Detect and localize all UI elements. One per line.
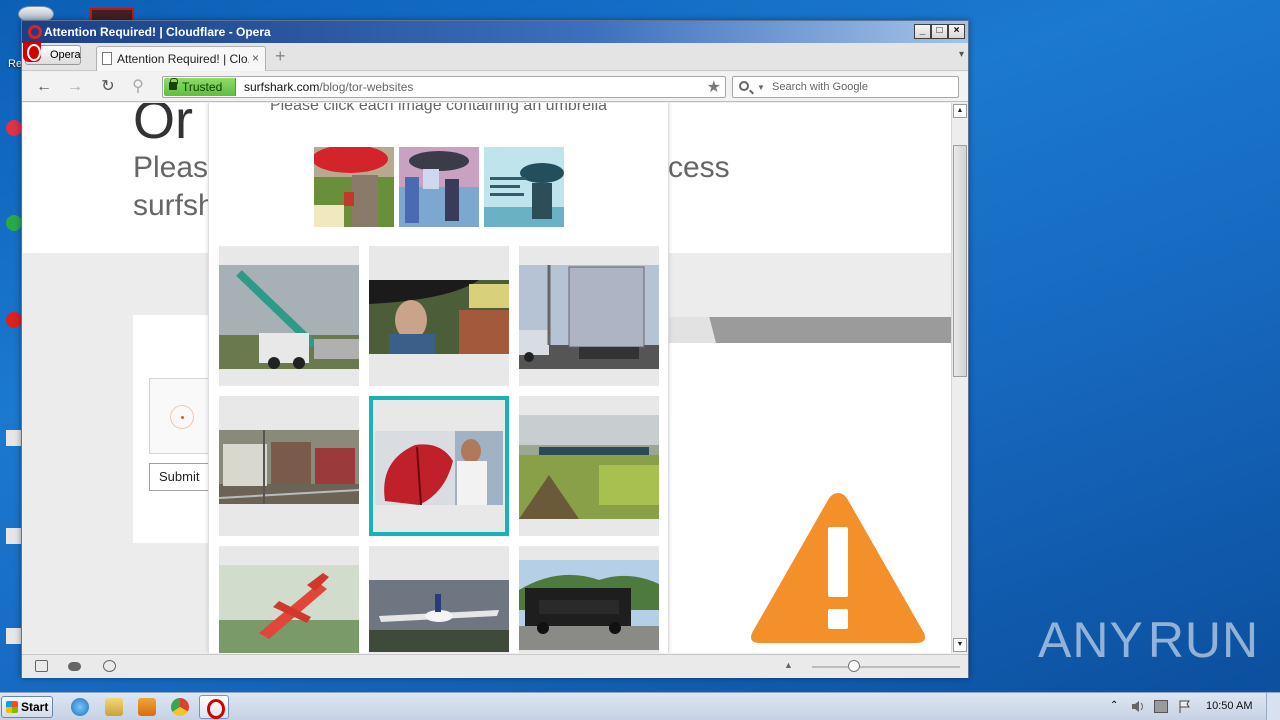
page-heading: Or xyxy=(133,103,193,150)
title-bar[interactable]: Attention Required! | Cloudflare - Opera… xyxy=(22,21,968,43)
trusted-badge[interactable]: Trusted xyxy=(164,78,236,96)
panel-toggle-icon[interactable] xyxy=(35,660,48,672)
trusted-label: Trusted xyxy=(182,80,223,94)
scroll-down-icon[interactable]: ▼ xyxy=(953,638,967,652)
tab-title: Attention Required! | Clo... xyxy=(117,52,249,66)
volume-icon[interactable] xyxy=(1131,700,1145,713)
search-icon xyxy=(739,81,749,91)
opera-logo-icon xyxy=(28,25,42,39)
captcha-instruction: Please click each image containing an um… xyxy=(269,103,608,114)
opera-taskbar-button[interactable] xyxy=(199,695,229,719)
speed-dial-icon[interactable] xyxy=(103,660,116,672)
key-icon[interactable]: ⚲ xyxy=(128,77,148,97)
desktop-app-icon[interactable] xyxy=(6,312,22,328)
internet-explorer-icon[interactable] xyxy=(71,698,89,716)
captcha-tile-jet-landing[interactable] xyxy=(369,546,509,653)
anyrun-watermark: ANY RUN xyxy=(1038,605,1258,675)
window-title: Attention Required! | Cloudflare - Opera xyxy=(44,25,271,39)
desktop-icon-label: Re xyxy=(8,58,23,70)
info-card-tab xyxy=(668,317,951,343)
bookmark-star-icon[interactable]: ★ xyxy=(707,77,721,97)
start-button[interactable]: Start xyxy=(1,696,53,718)
action-center-flag-icon[interactable] xyxy=(1178,700,1192,713)
captcha-tile-red-umbrella[interactable] xyxy=(369,396,509,536)
taskbar: Start ⌃ 10:50 AM xyxy=(0,692,1280,720)
desktop-file-icon[interactable] xyxy=(6,528,22,544)
reload-icon[interactable]: ↻ xyxy=(98,77,118,97)
desktop-app-icon[interactable] xyxy=(6,120,22,136)
sample-image xyxy=(484,147,564,227)
folder-icon[interactable] xyxy=(105,698,123,716)
tab-close-icon[interactable]: × xyxy=(252,51,259,65)
vertical-scrollbar[interactable]: ▲ ▼ xyxy=(951,103,968,653)
desktop-file-icon[interactable] xyxy=(6,628,22,644)
captcha-tile-box-truck[interactable] xyxy=(519,246,659,386)
watermark-text-left: ANY xyxy=(1038,612,1144,668)
windows-logo-icon xyxy=(6,701,18,713)
captcha-tile-man-under-umbrella[interactable] xyxy=(369,246,509,386)
desktop-app-icon[interactable] xyxy=(6,215,22,231)
zoom-slider[interactable] xyxy=(812,666,960,668)
url-host: surfshark.com xyxy=(244,80,320,94)
desktop-file-icon[interactable] xyxy=(6,430,22,446)
url-path: /blog/tor-websites xyxy=(319,80,414,94)
captcha-tile-grass-field-train[interactable] xyxy=(519,396,659,536)
navigation-bar: ← → ↻ ⚲ Trusted surfshark.com/blog/tor-w… xyxy=(22,72,968,102)
page-viewport: Or Pleas ccess surfsh Submit Please clic… xyxy=(23,103,951,653)
scroll-up-icon[interactable]: ▲ xyxy=(953,104,967,118)
media-player-icon[interactable] xyxy=(138,698,156,716)
system-tray: ⌃ xyxy=(1104,693,1280,720)
address-bar[interactable]: Trusted surfshark.com/blog/tor-websites … xyxy=(162,76,726,98)
scrollbar-thumb[interactable] xyxy=(953,145,967,377)
cloud-icon[interactable] xyxy=(68,662,81,671)
search-input[interactable]: ▼ Search with Google xyxy=(732,76,959,98)
url-text[interactable]: surfshark.com/blog/tor-websites xyxy=(244,80,413,94)
captcha-challenge: Please click each image containing an um… xyxy=(208,103,669,653)
captcha-tile-freight-trucks[interactable] xyxy=(219,396,359,536)
chrome-icon[interactable] xyxy=(171,698,189,716)
browser-window: Attention Required! | Cloudflare - Opera… xyxy=(21,20,969,678)
loading-spinner-icon xyxy=(170,405,194,429)
page-subheading: Pleas xyxy=(133,151,209,184)
tab-menu-chevron-icon[interactable]: ▾ xyxy=(959,49,964,60)
back-arrow-icon[interactable]: ← xyxy=(34,77,54,97)
desktop-icons: Re xyxy=(0,0,54,692)
status-bar: ▲ xyxy=(22,654,968,678)
forward-arrow-icon[interactable]: → xyxy=(65,77,85,97)
warning-icon xyxy=(751,493,925,643)
start-label: Start xyxy=(21,700,49,714)
minimize-button[interactable]: _ xyxy=(914,24,931,39)
chevron-down-icon[interactable]: ▼ xyxy=(757,83,765,92)
sample-image xyxy=(314,147,394,227)
captcha-tile-crane-truck[interactable] xyxy=(219,246,359,386)
page-domain-text: surfsh xyxy=(133,189,215,222)
maximize-button[interactable]: □ xyxy=(931,24,948,39)
opera-menu-label: Opera xyxy=(50,49,81,61)
search-placeholder: Search with Google xyxy=(772,81,868,93)
page-icon xyxy=(102,52,112,65)
clock[interactable]: 10:50 AM xyxy=(1206,700,1252,712)
sample-image xyxy=(399,147,479,227)
captcha-tile-bus-with-sign[interactable] xyxy=(519,546,659,653)
zoom-slider-thumb[interactable] xyxy=(848,660,860,672)
opera-menu-button[interactable]: Opera xyxy=(23,42,81,65)
show-desktop-button[interactable] xyxy=(1266,693,1280,720)
lock-icon xyxy=(169,78,178,90)
tab-strip: Opera Attention Required! | Clo... × + ▾ xyxy=(22,42,968,71)
captcha-tile-red-airplane[interactable] xyxy=(219,546,359,653)
zoom-up-icon[interactable]: ▲ xyxy=(784,660,793,670)
watermark-text-right: RUN xyxy=(1147,612,1260,668)
close-button[interactable]: × xyxy=(948,24,965,39)
tray-expand-icon[interactable]: ⌃ xyxy=(1110,700,1124,713)
opera-logo-icon xyxy=(23,42,41,62)
tab-active[interactable]: Attention Required! | Clo... × xyxy=(96,46,266,71)
network-icon[interactable] xyxy=(1154,700,1168,713)
new-tab-button[interactable]: + xyxy=(275,47,286,65)
